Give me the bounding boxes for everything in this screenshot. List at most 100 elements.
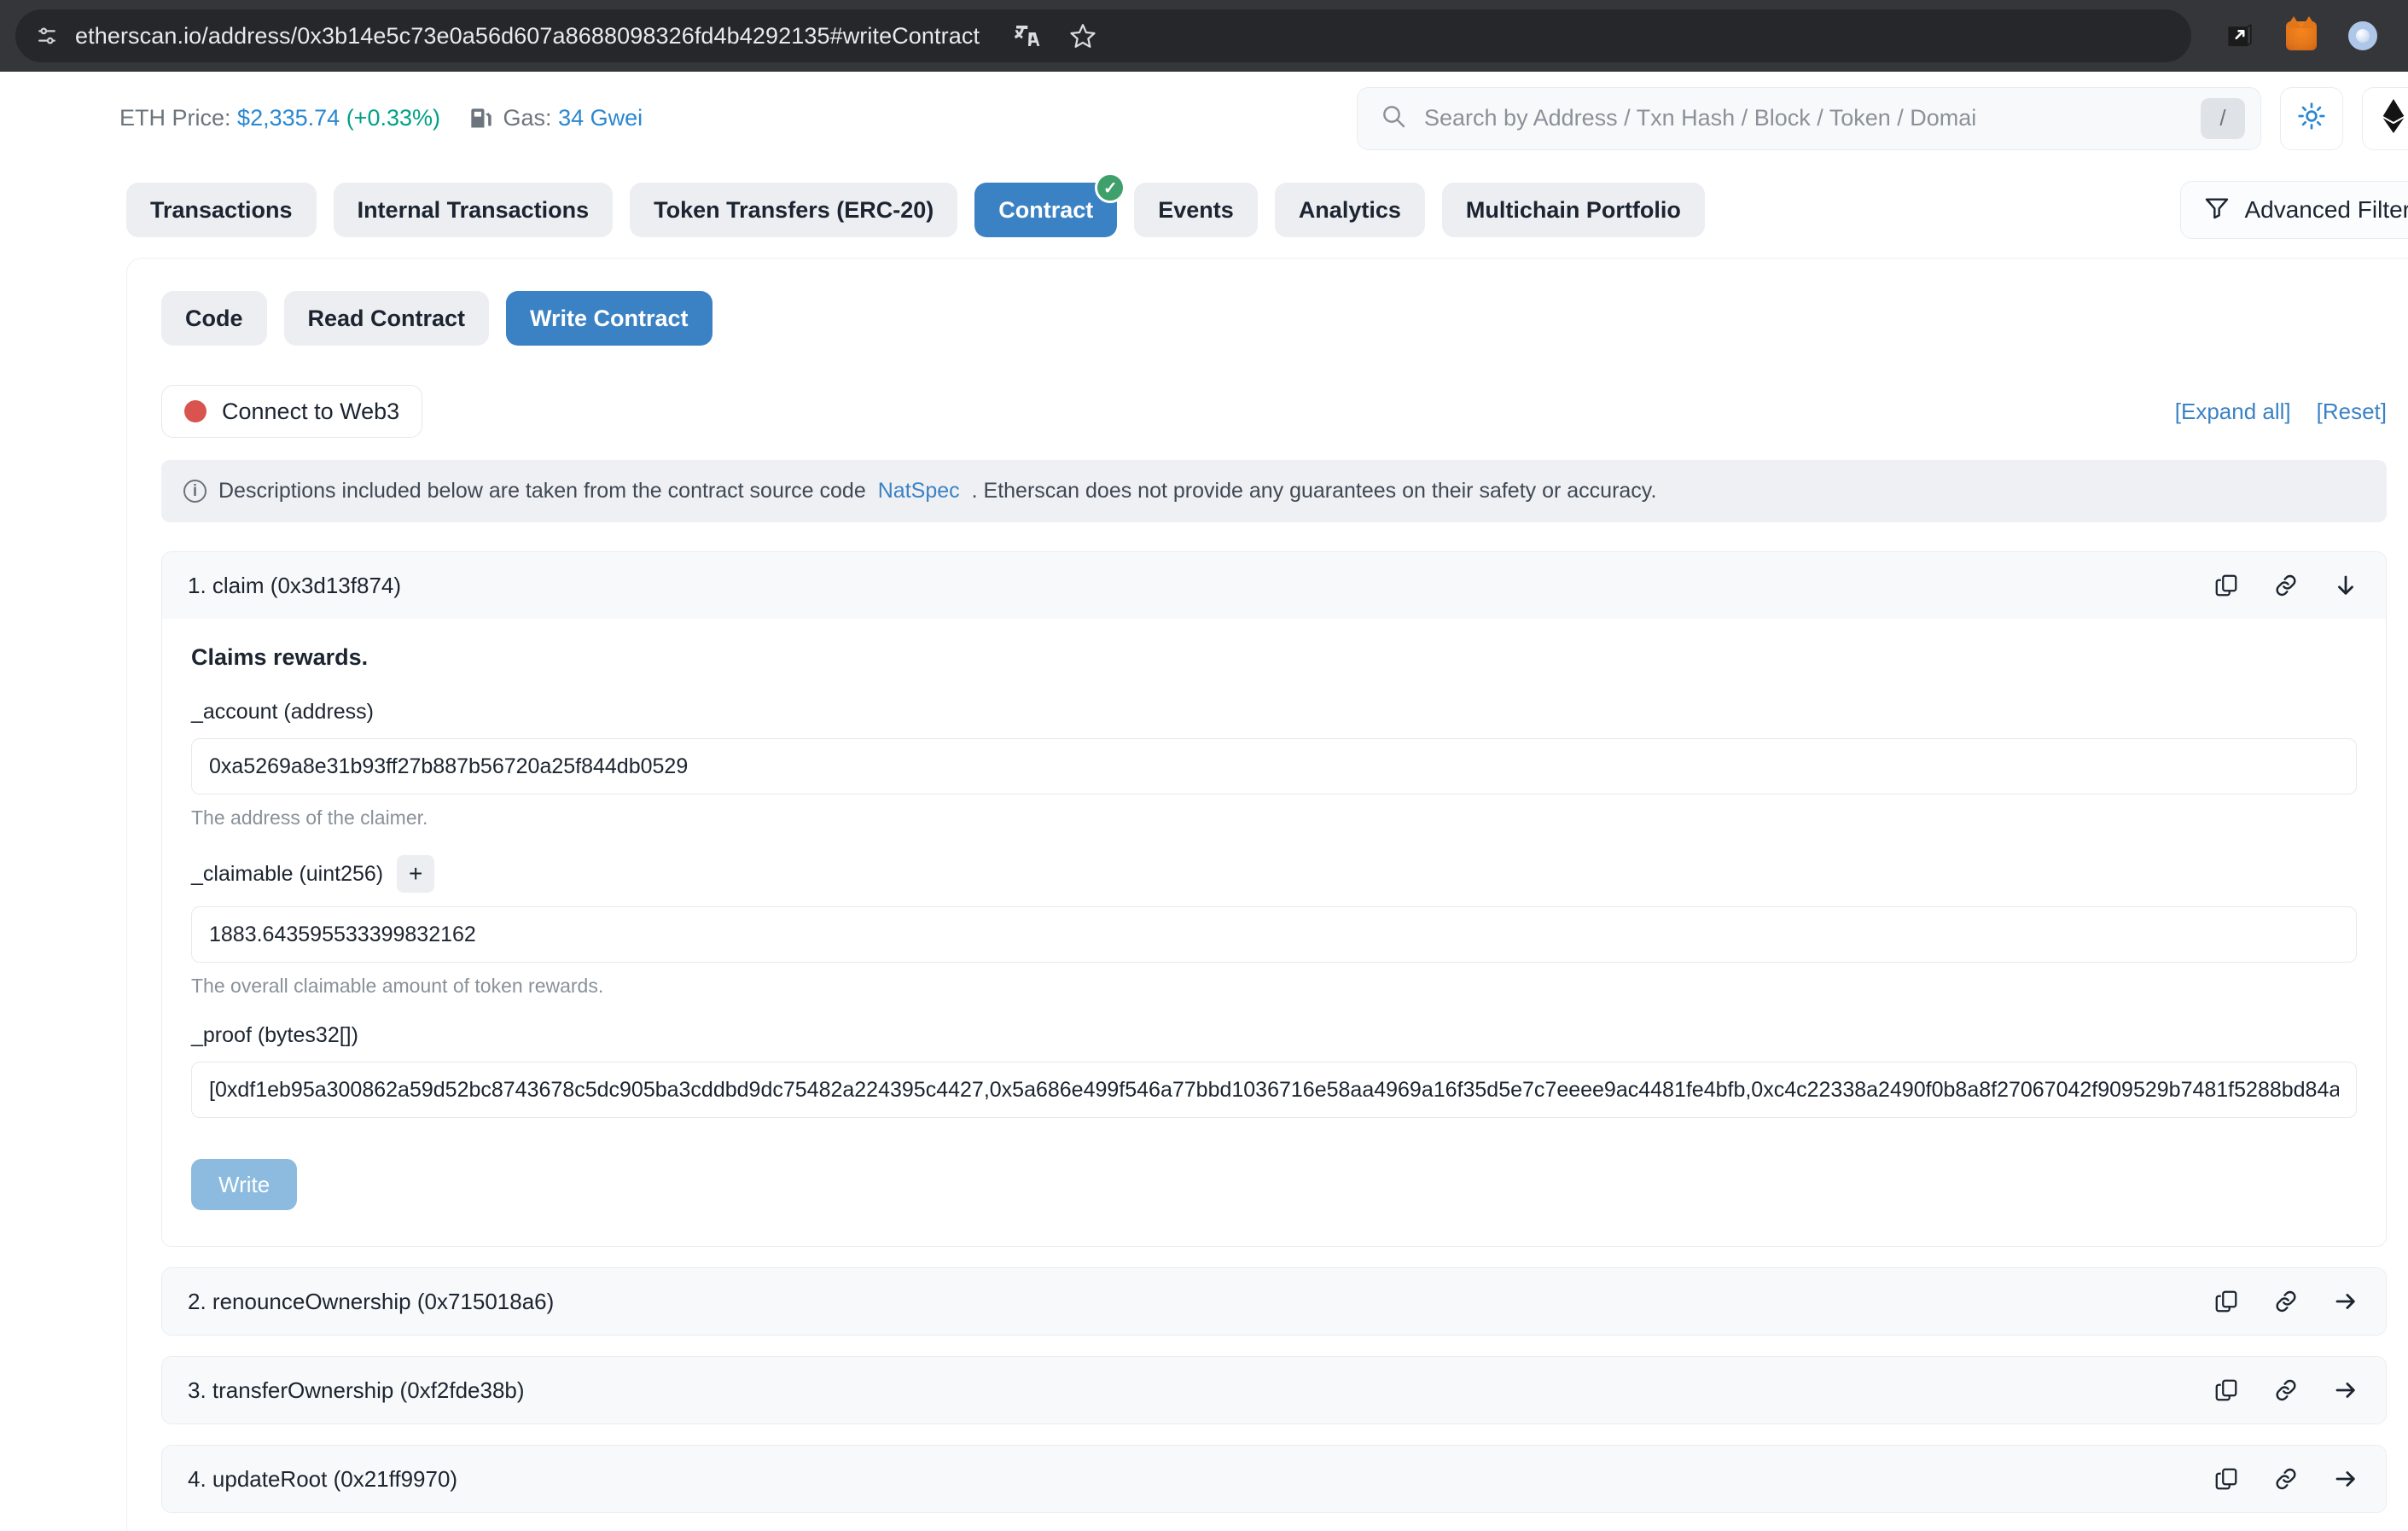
function-row-actions — [2212, 1464, 2360, 1493]
copy-icon[interactable] — [2212, 1287, 2241, 1316]
search-input[interactable] — [1424, 105, 2184, 131]
eth-price-value[interactable]: $2,335.74 — [237, 105, 340, 131]
chain-link-icon[interactable] — [2271, 1376, 2300, 1405]
copy-icon[interactable] — [2212, 1464, 2241, 1493]
function-title: 2. renounceOwnership (0x715018a6) — [188, 1289, 554, 1315]
function-block-renounce-ownership: 2. renounceOwnership (0x715018a6) — [161, 1267, 2387, 1336]
function-block-transfer-ownership: 3. transferOwnership (0xf2fde38b) — [161, 1356, 2387, 1424]
input-help-text: The address of the claimer. — [191, 806, 2357, 830]
connect-to-web3-button[interactable]: Connect to Web3 — [161, 385, 422, 438]
contract-panel: Code Read Contract Write Contract Connec… — [126, 258, 2408, 1531]
filter-funnel-icon — [2203, 194, 2231, 227]
gas-value[interactable]: 34 Gwei — [558, 105, 643, 131]
copy-icon[interactable] — [2212, 571, 2241, 600]
claimable-input[interactable] — [191, 906, 2357, 963]
function-header[interactable]: 4. updateRoot (0x21ff9970) — [162, 1446, 2386, 1512]
eth-price-label: ETH Price: — [119, 105, 231, 131]
chain-link-icon[interactable] — [2271, 1464, 2300, 1493]
url-text: etherscan.io/address/0x3b14e5c73e0a56d60… — [75, 23, 980, 49]
input-label: _claimable (uint256) + — [191, 855, 2357, 893]
function-block-update-root: 4. updateRoot (0x21ff9970) — [161, 1445, 2387, 1513]
expand-reset-links: [Expand all] [Reset] — [2175, 399, 2387, 425]
contract-verified-badge-icon: ✓ — [1095, 172, 1125, 203]
header-right: / — [1357, 87, 2386, 150]
ethereum-diamond-icon — [2382, 99, 2405, 137]
function-block-claim: 1. claim (0x3d13f874) — [161, 551, 2387, 1247]
tab-contract[interactable]: Contract ✓ — [974, 183, 1117, 237]
proof-input[interactable] — [191, 1062, 2357, 1118]
price-gas-strip: ETH Price: $2,335.74 (+0.33%) Gas: 34 Gw… — [119, 105, 643, 132]
function-title: 3. transferOwnership (0xf2fde38b) — [188, 1377, 525, 1404]
expand-all-link[interactable]: [Expand all] — [2175, 399, 2291, 425]
address-tabs: Transactions Internal Transactions Token… — [0, 166, 2408, 258]
arrow-right-icon[interactable] — [2331, 1376, 2360, 1405]
eth-price-change: (+0.33%) — [346, 105, 440, 131]
chain-link-icon[interactable] — [2271, 571, 2300, 600]
chain-selector-button[interactable] — [2362, 87, 2408, 150]
chain-link-icon[interactable] — [2271, 1287, 2300, 1316]
subtab-read-contract[interactable]: Read Contract — [284, 291, 490, 346]
profile-ring-icon[interactable] — [2347, 20, 2379, 52]
function-title: 1. claim (0x3d13f874) — [188, 573, 401, 599]
translate-icon[interactable] — [1010, 20, 1043, 52]
natspec-notice: i Descriptions included below are taken … — [161, 460, 2387, 522]
account-input[interactable] — [191, 738, 2357, 795]
gas-pump-icon — [469, 106, 493, 131]
subtab-write-contract[interactable]: Write Contract — [506, 291, 713, 346]
function-header[interactable]: 1. claim (0x3d13f874) — [162, 552, 2386, 619]
eth-price-group: ETH Price: $2,335.74 (+0.33%) — [119, 105, 440, 131]
subtab-code[interactable]: Code — [161, 291, 267, 346]
connection-status-dot-icon — [184, 400, 206, 422]
tab-token-transfers[interactable]: Token Transfers (ERC-20) — [630, 183, 957, 237]
tune-icon[interactable] — [32, 21, 61, 50]
etherscan-header: ETH Price: $2,335.74 (+0.33%) Gas: 34 Gw… — [0, 72, 2408, 166]
natspec-link[interactable]: NatSpec — [878, 479, 960, 504]
input-label: _proof (bytes32[]) — [191, 1023, 2357, 1048]
function-description: Claims rewards. — [191, 644, 2357, 671]
tab-transactions[interactable]: Transactions — [126, 183, 317, 237]
function-header[interactable]: 2. renounceOwnership (0x715018a6) — [162, 1268, 2386, 1335]
gas-group: Gas: 34 Gwei — [469, 105, 643, 132]
search-icon — [1380, 102, 1407, 134]
arrow-down-icon[interactable] — [2331, 571, 2360, 600]
arrow-right-icon[interactable] — [2331, 1287, 2360, 1316]
search-box[interactable]: / — [1357, 87, 2261, 150]
tab-events[interactable]: Events — [1134, 183, 1258, 237]
gas-label: Gas: — [503, 105, 552, 131]
advanced-filter-button[interactable]: Advanced Filter — [2180, 181, 2408, 239]
reset-link[interactable]: [Reset] — [2317, 399, 2387, 425]
input-label: _account (address) — [191, 700, 2357, 725]
input-field-proof: _proof (bytes32[]) — [191, 1023, 2357, 1118]
extension-cube-icon[interactable] — [2224, 20, 2256, 52]
theme-toggle-button[interactable] — [2280, 87, 2343, 150]
arrow-right-icon[interactable] — [2331, 1464, 2360, 1493]
write-toolbar: Connect to Web3 [Expand all] [Reset] — [161, 385, 2387, 438]
function-title: 4. updateRoot (0x21ff9970) — [188, 1466, 457, 1493]
write-button[interactable]: Write — [191, 1159, 297, 1210]
info-icon: i — [183, 480, 206, 503]
input-field-account: _account (address) The address of the cl… — [191, 700, 2357, 830]
notice-text-after: . Etherscan does not provide any guarant… — [972, 479, 1657, 504]
tab-multichain-portfolio[interactable]: Multichain Portfolio — [1442, 183, 1705, 237]
copy-icon[interactable] — [2212, 1376, 2241, 1405]
sun-icon — [2296, 101, 2327, 136]
tab-internal-transactions[interactable]: Internal Transactions — [334, 183, 614, 237]
star-icon[interactable] — [1067, 20, 1099, 52]
notice-text-before: Descriptions included below are taken fr… — [218, 479, 866, 504]
browser-toolbar: etherscan.io/address/0x3b14e5c73e0a56d60… — [0, 0, 2408, 72]
advanced-filter-label: Advanced Filter — [2244, 196, 2408, 224]
function-body: Claims rewards. _account (address) The a… — [162, 619, 2386, 1246]
contract-subtabs: Code Read Contract Write Contract — [161, 291, 2387, 346]
function-row-actions — [2212, 1376, 2360, 1405]
tab-analytics[interactable]: Analytics — [1275, 183, 1425, 237]
function-header[interactable]: 3. transferOwnership (0xf2fde38b) — [162, 1357, 2386, 1423]
function-row-actions — [2212, 571, 2360, 600]
metamask-fox-icon[interactable] — [2285, 20, 2318, 52]
address-bar[interactable]: etherscan.io/address/0x3b14e5c73e0a56d60… — [15, 9, 2191, 62]
connect-to-web3-label: Connect to Web3 — [222, 399, 399, 425]
function-row-actions — [2212, 1287, 2360, 1316]
input-help-text: The overall claimable amount of token re… — [191, 975, 2357, 998]
browser-extension-icons — [2203, 20, 2393, 52]
search-shortcut-badge: / — [2201, 98, 2245, 139]
add-claimable-unit-button[interactable]: + — [397, 855, 434, 893]
